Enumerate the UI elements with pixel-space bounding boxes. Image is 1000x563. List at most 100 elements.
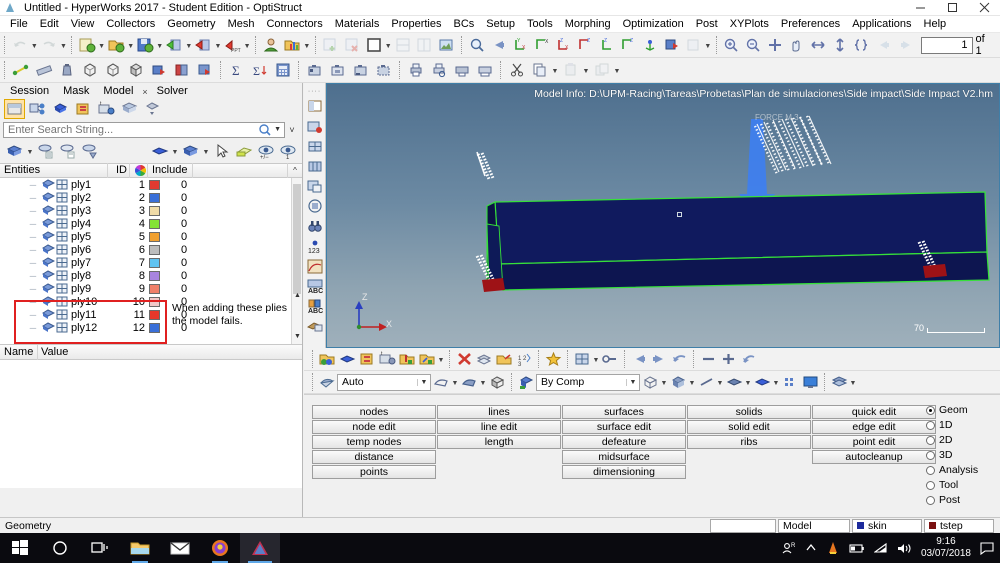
previous-page-icon[interactable]	[873, 35, 892, 56]
menu-bcs[interactable]: BCs	[448, 17, 481, 31]
node-number-icon[interactable]: 123	[305, 237, 325, 256]
single-window-layout-icon[interactable]	[364, 35, 384, 56]
curve-plot-icon[interactable]	[305, 257, 325, 276]
undo-view-icon[interactable]	[669, 349, 689, 369]
search-input[interactable]	[3, 122, 285, 138]
mass-calc-icon[interactable]	[56, 60, 77, 81]
action-center-icon[interactable]	[980, 541, 994, 555]
people-icon[interactable]: R	[782, 541, 796, 555]
component-table-red-icon[interactable]	[305, 117, 325, 136]
tab-solver[interactable]: Solver	[151, 85, 194, 97]
panel-button-node-edit[interactable]: node edit	[312, 420, 436, 434]
scroll-up-icon[interactable]: ▲	[293, 292, 302, 301]
zoom-in-icon[interactable]	[722, 35, 742, 56]
add-page-icon[interactable]	[321, 35, 341, 56]
search-dropdown-icon[interactable]: ▼	[274, 126, 281, 133]
rotate-view-icon[interactable]	[662, 35, 682, 56]
cut-icon[interactable]	[506, 60, 527, 81]
image-layout-icon[interactable]	[436, 35, 456, 56]
menu-file[interactable]: File	[4, 17, 34, 31]
radio-2d[interactable]: 2D	[926, 434, 978, 446]
panel-button-edge-edit[interactable]: edge edit	[812, 420, 936, 434]
ply-color-swatch[interactable]	[149, 179, 160, 190]
panel-button-midsurface[interactable]: midsurface	[562, 450, 686, 464]
view-options-icon[interactable]	[683, 35, 703, 56]
mesh-display-dropdown-icon[interactable]: ▼	[592, 349, 600, 370]
ply-color-swatch[interactable]	[149, 322, 160, 333]
hyperworks-icon[interactable]	[240, 533, 280, 563]
firefox-icon[interactable]	[200, 533, 240, 563]
menu-mesh[interactable]: Mesh	[222, 17, 261, 31]
wifi-icon[interactable]	[873, 542, 888, 554]
radio-geom[interactable]: Geom	[926, 404, 978, 416]
file-explorer-icon[interactable]	[120, 533, 160, 563]
column-entities[interactable]: Entities	[0, 163, 108, 178]
panel-button-distance[interactable]: distance	[312, 450, 436, 464]
print-page-setup-icon[interactable]	[474, 60, 495, 81]
split-horizontal-layout-icon[interactable]	[393, 35, 413, 56]
mesh-edit-icon[interactable]	[171, 60, 192, 81]
pan-vertical-icon[interactable]	[830, 35, 850, 56]
3d-viewport[interactable]: Model Info: D:\UPM-Racing\Tareas\Probeta…	[326, 83, 1000, 348]
capture-region-icon[interactable]	[350, 60, 371, 81]
tree-row[interactable]: ─ ply6 6 0	[0, 243, 302, 256]
column-include[interactable]: Include	[148, 163, 193, 178]
next-view-icon[interactable]	[649, 349, 669, 369]
paste-special-icon[interactable]	[591, 60, 612, 81]
component-create-icon[interactable]	[4, 141, 25, 161]
radio-1d[interactable]: 1D	[926, 419, 978, 431]
properties-view-icon[interactable]	[73, 99, 94, 119]
panel-button-surfaces[interactable]: surfaces	[562, 405, 686, 419]
element-display-dropdown-icon[interactable]: ▼	[202, 141, 210, 162]
capture-window-icon[interactable]	[327, 60, 348, 81]
element-quality-icon[interactable]	[780, 372, 800, 392]
capture-graphics-icon[interactable]	[304, 60, 325, 81]
status-field-tstep[interactable]: tstep	[924, 518, 994, 533]
panel-button-temp-nodes[interactable]: temp nodes	[312, 435, 436, 449]
material-table-icon[interactable]	[305, 177, 325, 196]
show-hidden-icons-chevron-icon[interactable]	[805, 542, 817, 554]
view-xy-icon[interactable]: YX	[510, 35, 530, 56]
print-preview-icon[interactable]	[428, 60, 449, 81]
panel-button-solid-edit[interactable]: solid edit	[687, 420, 811, 434]
panel-button-nodes[interactable]: nodes	[312, 405, 436, 419]
tab-model[interactable]: Model	[97, 85, 139, 97]
new-model-icon[interactable]	[77, 35, 97, 56]
property-table-icon[interactable]	[305, 157, 325, 176]
ply-display-dropdown-icon[interactable]: ▼	[849, 372, 857, 393]
start-button-icon[interactable]	[0, 533, 40, 563]
menu-view[interactable]: View	[65, 17, 101, 31]
layout-dropdown-icon[interactable]: ▼	[384, 35, 392, 56]
solid-display-dropdown-icon[interactable]: ▼	[772, 372, 780, 393]
delete-page-icon[interactable]	[342, 35, 362, 56]
panel-button-points[interactable]: points	[312, 465, 436, 479]
mail-icon[interactable]	[160, 533, 200, 563]
split-vertical-layout-icon[interactable]	[415, 35, 435, 56]
show-single-eye-icon[interactable]: 1	[277, 141, 298, 161]
menu-help[interactable]: Help	[918, 17, 953, 31]
mesh-solid-dropdown-icon[interactable]: ▼	[688, 372, 696, 393]
surface-display-icon[interactable]	[724, 372, 744, 392]
matrix-browser-icon[interactable]	[272, 60, 293, 81]
display-reverse-icon[interactable]	[79, 141, 100, 161]
radio-post[interactable]: Post	[926, 494, 978, 506]
print-setup-icon[interactable]	[451, 60, 472, 81]
redo-icon[interactable]	[39, 35, 59, 56]
view-zy-icon[interactable]: Z	[597, 35, 617, 56]
entities-tree[interactable]: ─ ply1 1 0 ─ ply2 2 0 ─ ply3 3 0 ─ ply4 4 0 ─ ply5 5 0…	[0, 178, 302, 345]
menu-morphing[interactable]: Morphing	[559, 17, 617, 31]
assembly-view-icon[interactable]	[27, 99, 48, 119]
display-mode-dropdown-icon[interactable]: ▼	[417, 378, 430, 386]
report-dropdown-icon[interactable]: ▼	[303, 35, 310, 56]
menu-tools[interactable]: Tools	[521, 17, 559, 31]
ply-color-swatch[interactable]	[149, 309, 160, 320]
menu-connectors[interactable]: Connectors	[260, 17, 328, 31]
menu-properties[interactable]: Properties	[385, 17, 447, 31]
isolate-icon[interactable]	[233, 141, 254, 161]
import-icon[interactable]	[164, 35, 184, 56]
view-isometric-icon[interactable]	[640, 35, 660, 56]
display-mode-combo[interactable]: Auto ▼	[337, 373, 431, 391]
menu-geometry[interactable]: Geometry	[161, 17, 221, 31]
cortana-search-icon[interactable]	[40, 533, 80, 563]
menu-post[interactable]: Post	[690, 17, 724, 31]
